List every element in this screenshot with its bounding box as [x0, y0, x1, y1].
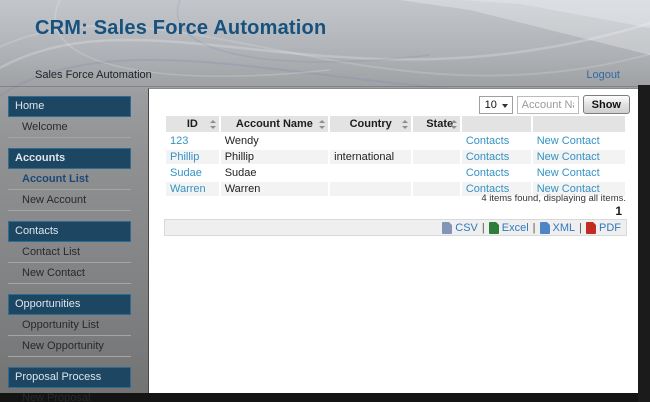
sidebar-nav: Home Welcome Accounts Account List New A… [8, 96, 131, 402]
page-size-value: 10 [484, 98, 497, 111]
separator: | [532, 221, 536, 234]
excel-file-icon [488, 221, 499, 234]
contacts-link[interactable]: Contacts [466, 151, 509, 163]
state-cell [413, 166, 460, 180]
page-size-select[interactable]: 10 [478, 95, 513, 114]
new-contact-link[interactable]: New Contact [537, 135, 600, 147]
sidebar-section-accounts: Accounts Account List New Account [8, 148, 131, 211]
sidebar-header-contacts: Contacts [8, 221, 131, 242]
table-row: 123 Wendy Contacts New Contact [166, 134, 625, 148]
sidebar-item-welcome[interactable]: Welcome [8, 117, 131, 138]
country-cell: international [330, 150, 412, 164]
content-panel: 10 Show ID Account Name [148, 88, 638, 393]
sort-icon[interactable] [318, 120, 326, 129]
sidebar-section-home: Home Welcome [8, 96, 131, 138]
sort-icon[interactable] [209, 120, 216, 129]
state-cell [413, 134, 460, 148]
sidebar-item-new-account[interactable]: New Account [8, 190, 131, 211]
export-xml-link[interactable]: XML [539, 221, 575, 234]
column-header-id[interactable]: ID [166, 116, 219, 132]
column-header-contacts [461, 116, 531, 132]
accounts-table: ID Account Name Country State 123 Wendy … [164, 114, 627, 198]
logout-link[interactable]: Logout [586, 69, 620, 81]
items-found-summary: 4 items found, displaying all items. [481, 193, 626, 204]
sidebar-header-accounts: Accounts [8, 148, 131, 169]
account-name-search-input[interactable] [516, 95, 579, 114]
table-header-row: ID Account Name Country State [166, 116, 625, 132]
state-cell [413, 150, 460, 164]
export-bar: CSV | Excel | XML | PDF [164, 219, 627, 236]
column-header-new-contact [532, 116, 625, 132]
sidebar-section-proposal-process: Proposal Process New Proposal Approval T… [8, 367, 131, 402]
sort-icon[interactable] [401, 120, 409, 129]
xml-file-icon [539, 221, 550, 234]
sidebar-item-contact-list[interactable]: Contact List [8, 242, 131, 263]
new-contact-link[interactable]: New Contact [537, 167, 600, 179]
app-window: CRM: Sales Force Automation Sales Force … [0, 0, 650, 402]
table-controls: 10 Show [478, 95, 630, 114]
new-contact-link[interactable]: New Contact [537, 151, 600, 163]
table-row: Sudae Sudae Contacts New Contact [166, 166, 625, 180]
column-header-account-name[interactable]: Account Name [220, 116, 329, 132]
panel-right-shadow [638, 85, 650, 402]
sidebar-header-proposal-process: Proposal Process [8, 367, 131, 388]
table-row: Phillip Phillip international Contacts N… [166, 150, 625, 164]
sidebar-item-new-proposal-approval[interactable]: New Proposal Approval [8, 388, 131, 402]
csv-file-icon [442, 221, 453, 234]
navbar-divider [0, 86, 650, 87]
account-id-link[interactable]: Phillip [170, 151, 199, 163]
column-header-country[interactable]: Country [330, 116, 412, 132]
account-name-cell: Warren [220, 182, 329, 196]
country-cell [330, 166, 411, 180]
separator: | [579, 221, 582, 234]
export-excel-link[interactable]: Excel [488, 221, 529, 234]
export-csv-link[interactable]: CSV [442, 221, 478, 234]
contacts-link[interactable]: Contacts [466, 167, 509, 179]
top-navbar: Sales Force Automation Logout [0, 66, 650, 86]
sidebar-header-home: Home [8, 96, 131, 117]
sidebar-section-opportunities: Opportunities Opportunity List New Oppor… [8, 294, 131, 357]
sidebar-section-contacts: Contacts Contact List New Contact [8, 221, 131, 284]
contacts-link[interactable]: Contacts [466, 135, 509, 147]
sort-icon[interactable] [450, 120, 457, 129]
account-name-cell: Wendy [224, 135, 259, 147]
country-cell [330, 182, 412, 196]
sidebar-item-account-list[interactable]: Account List [8, 169, 131, 190]
sidebar-item-new-opportunity[interactable]: New Opportunity [8, 336, 131, 357]
sidebar-header-opportunities: Opportunities [8, 294, 131, 315]
account-id-link[interactable]: 123 [170, 135, 188, 147]
sidebar-item-new-contact[interactable]: New Contact [8, 263, 131, 284]
export-pdf-link[interactable]: PDF [586, 221, 621, 234]
show-button[interactable]: Show [582, 95, 630, 114]
separator: | [481, 221, 485, 234]
sidebar-item-opportunity-list[interactable]: Opportunity List [8, 315, 131, 336]
account-name-cell: Sudae [224, 167, 257, 179]
column-header-state[interactable]: State [413, 116, 460, 132]
account-id-link[interactable]: Warren [170, 183, 206, 195]
account-name-cell: Phillip [220, 150, 329, 164]
app-name-label: Sales Force Automation [35, 69, 152, 81]
country-cell [330, 134, 411, 148]
chevron-down-icon [501, 103, 508, 108]
pagination-page-1[interactable]: 1 [615, 204, 622, 218]
account-id-link[interactable]: Sudae [170, 167, 202, 179]
pdf-file-icon [586, 221, 596, 234]
state-cell [413, 182, 460, 196]
page-title: CRM: Sales Force Automation [35, 17, 327, 39]
